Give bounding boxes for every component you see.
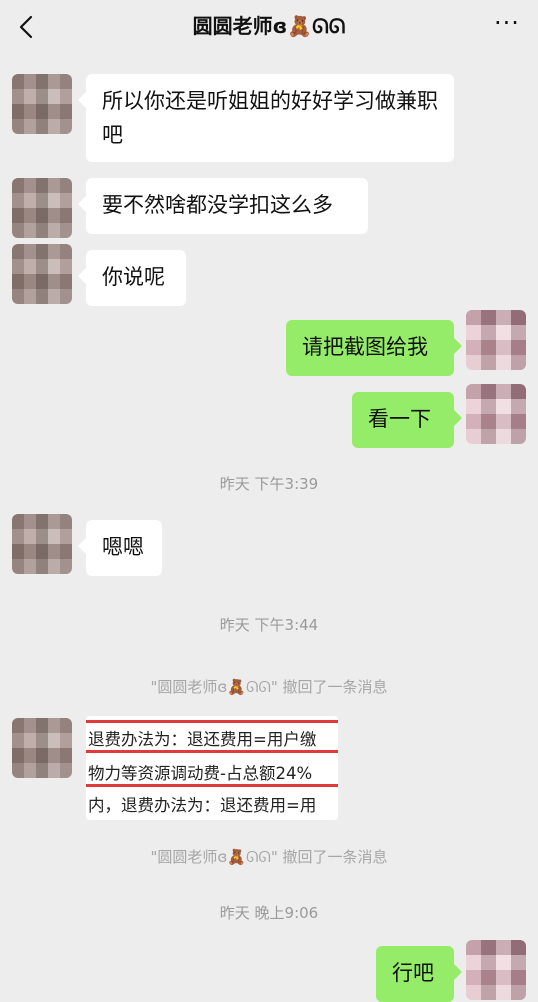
image-text-line: 物力等资源调动费-占总额24% (88, 764, 313, 783)
message-bubble-outgoing[interactable]: 请把截图给我 (286, 320, 462, 376)
message-bubble-outgoing[interactable]: 行吧 (376, 946, 462, 1002)
message-bubble-incoming[interactable]: 要不然啥都没学扣这么多 (78, 178, 368, 234)
image-text-line: 内，退费办法为：退还费用=用 (88, 796, 317, 815)
contact-avatar[interactable] (12, 178, 72, 238)
more-options-button[interactable]: ··· (492, 11, 522, 40)
message-text: 嗯嗯 (102, 535, 144, 559)
contact-avatar[interactable] (12, 514, 72, 574)
contact-avatar[interactable] (12, 244, 72, 304)
contact-avatar[interactable] (12, 718, 72, 778)
my-avatar[interactable] (466, 384, 526, 444)
top-bar: 圆圆老师ɞ🧸ᘏᘏ ··· (0, 0, 538, 56)
image-text-line: 退费办法为：退还费用=用户缴 (88, 730, 317, 749)
message-text: 请把截图给我 (302, 335, 428, 359)
message-text: 行吧 (392, 961, 434, 985)
timestamp: 昨天 晚上9:06 (219, 904, 319, 922)
message-bubble-incoming[interactable]: 所以你还是听姐姐的好好学习做兼职吧 (78, 74, 454, 162)
recall-notice: "圆圆老师ɞ🧸ᘏᘏ" 撤回了一条消息 (150, 678, 388, 696)
timestamp: 昨天 下午3:44 (219, 616, 319, 634)
image-message[interactable]: 退费办法为：退还费用=用户缴 物力等资源调动费-占总额24% 内，退费办法为：退… (86, 716, 338, 820)
message-text: 要不然啥都没学扣这么多 (102, 193, 333, 217)
message-bubble-outgoing[interactable]: 看一下 (352, 392, 462, 448)
my-avatar[interactable] (466, 310, 526, 370)
message-text: 所以你还是听姐姐的好好学习做兼职吧 (102, 89, 438, 147)
recall-notice: "圆圆老师ɞ🧸ᘏᘏ" 撤回了一条消息 (150, 848, 388, 866)
message-text: 你说呢 (102, 265, 165, 289)
red-underline (86, 750, 338, 753)
red-underline (86, 720, 338, 723)
more-dots-icon: ··· (494, 9, 520, 37)
timestamp: 昨天 下午3:39 (219, 475, 319, 493)
message-bubble-incoming[interactable]: 你说呢 (78, 250, 186, 306)
chat-title: 圆圆老师ɞ🧸ᘏᘏ (192, 14, 346, 38)
message-text: 看一下 (368, 407, 431, 431)
my-avatar[interactable] (466, 940, 526, 1000)
contact-avatar[interactable] (12, 74, 72, 134)
red-underline (86, 784, 338, 787)
message-bubble-incoming[interactable]: 嗯嗯 (78, 520, 162, 576)
